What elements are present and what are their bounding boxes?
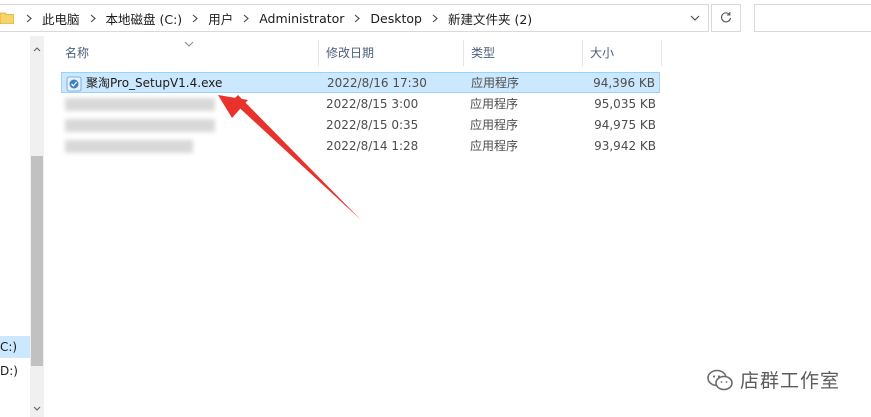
chevron-right-icon[interactable] [430,13,440,23]
file-size: 94,396 KB [593,76,655,90]
redacted-filename [65,98,215,111]
file-row[interactable]: 2022/8/15 3:00 应用程序 95,035 KB [61,94,660,115]
watermark-text: 店群工作室 [740,370,841,392]
nav-item-drive-d[interactable]: D:) [0,360,30,382]
column-header-name[interactable]: 名称 [59,40,319,66]
file-row[interactable]: 聚淘Pro_SetupV1.4.exe 2022/8/16 17:30 应用程序… [61,72,660,93]
column-header-size[interactable]: 大小 [584,40,662,66]
watermark: 店群工作室 [706,366,840,393]
chevron-right-icon[interactable] [190,13,200,23]
refresh-icon [720,11,732,26]
file-row[interactable]: 2022/8/14 1:28 应用程序 93,942 KB [61,136,660,157]
nav-scrollbar[interactable] [30,36,44,417]
search-input[interactable] [754,4,871,32]
column-header-type[interactable]: 类型 [465,40,583,66]
app-setup-icon [66,76,82,91]
file-row[interactable]: 2022/8/15 0:35 应用程序 94,975 KB [61,115,660,136]
breadcrumb: 此电脑 本地磁盘 (C:) 用户 Administrator Desktop 新… [16,9,532,28]
refresh-button[interactable] [711,4,741,32]
redacted-filename [65,119,215,132]
breadcrumb-this-pc[interactable]: 此电脑 [42,9,80,28]
chevron-right-icon[interactable] [24,13,34,23]
file-type: 应用程序 [470,97,519,111]
scroll-down-icon[interactable] [30,401,44,415]
breadcrumb-new-folder[interactable]: 新建文件夹 (2) [448,9,532,28]
file-type: 应用程序 [471,76,520,90]
file-name-cell-redacted [65,115,215,136]
file-type: 应用程序 [470,139,519,153]
file-size: 94,975 KB [594,118,656,132]
scrollbar-thumb[interactable] [31,156,43,366]
file-date: 2022/8/15 3:00 [326,97,419,111]
file-type: 应用程序 [470,118,519,132]
file-date: 2022/8/16 17:30 [327,76,427,90]
chevron-right-icon[interactable] [241,13,251,23]
folder-icon [0,12,16,24]
file-date: 2022/8/15 0:35 [326,118,419,132]
breadcrumb-desktop[interactable]: Desktop [370,11,422,26]
file-name: 聚淘Pro_SetupV1.4.exe [86,76,223,90]
column-header-date[interactable]: 修改日期 [320,40,464,66]
file-name-cell-redacted [65,94,215,115]
file-date: 2022/8/14 1:28 [326,139,419,153]
wechat-icon [707,369,733,390]
scroll-up-icon[interactable] [30,42,44,56]
breadcrumb-users[interactable]: 用户 [208,9,233,28]
redacted-filename [65,140,193,153]
breadcrumb-local-disk[interactable]: 本地磁盘 (C:) [106,9,183,28]
address-bar-area: 此电脑 本地磁盘 (C:) 用户 Administrator Desktop 新… [0,0,871,36]
chevron-right-icon[interactable] [352,13,362,23]
nav-item-drive-c[interactable]: C:) [0,336,30,358]
navigation-pane: C:) D:) [0,36,46,417]
breadcrumb-administrator[interactable]: Administrator [259,11,344,26]
chevron-right-icon[interactable] [88,13,98,23]
file-name-cell: 聚淘Pro_SetupV1.4.exe [66,73,222,94]
file-name-cell-redacted [65,136,193,157]
file-size: 93,942 KB [594,139,656,153]
file-size: 95,035 KB [594,97,656,111]
chevron-down-icon[interactable] [682,5,708,31]
address-bar[interactable]: 此电脑 本地磁盘 (C:) 用户 Administrator Desktop 新… [0,4,709,32]
